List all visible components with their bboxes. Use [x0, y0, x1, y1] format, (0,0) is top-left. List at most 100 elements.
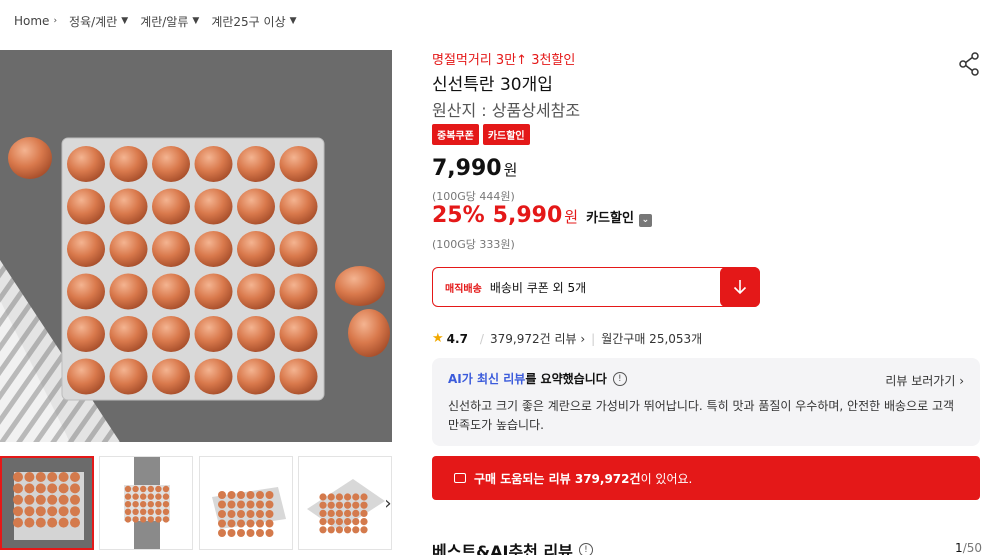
- egg: [344, 518, 352, 526]
- main-product-image[interactable]: 1/6: [0, 50, 392, 442]
- egg: [147, 508, 154, 515]
- egg: [35, 517, 46, 528]
- thumbnail-strip: ‹ ›: [0, 456, 400, 555]
- egg: [67, 146, 105, 182]
- egg: [279, 358, 318, 395]
- breadcrumb-home[interactable]: Home ›: [14, 14, 57, 28]
- breadcrumb-egg[interactable]: 계란/알류 ▼: [140, 13, 199, 30]
- monthly-purchases: 월간구매 25,053개: [601, 332, 703, 346]
- chevron-down-icon[interactable]: ⌄: [638, 214, 652, 227]
- egg: [237, 146, 275, 182]
- egg: [155, 516, 162, 523]
- info-icon[interactable]: !: [612, 371, 627, 386]
- egg: [67, 188, 105, 225]
- egg: [352, 518, 360, 526]
- helpful-reviews-button[interactable]: 구매 도움되는 리뷰 379,972건 이 있어요.: [432, 456, 980, 500]
- egg: [256, 510, 264, 518]
- egg: [237, 273, 275, 310]
- product-origin: 원산지 : 상품상세참조: [432, 101, 581, 120]
- egg: [194, 146, 233, 182]
- chevron-right-icon: ›: [53, 16, 58, 26]
- breadcrumb-egg-25[interactable]: 계란25구 이상 ▼: [211, 13, 296, 30]
- best-reviews-pager: 1/50: [955, 541, 982, 555]
- egg: [327, 493, 335, 501]
- egg: [124, 493, 132, 500]
- pager-total: /50: [962, 541, 982, 555]
- egg: [70, 517, 80, 528]
- egg: [140, 516, 147, 523]
- breadcrumb-label: 계란/알류: [140, 14, 189, 29]
- egg: [147, 516, 154, 523]
- egg: [360, 518, 368, 526]
- shipping-coupon-box[interactable]: 매직배송 배송비 쿠폰 외 5개: [432, 267, 760, 307]
- chevron-right-icon[interactable]: ›: [380, 491, 396, 515]
- thumbnail-2[interactable]: [99, 456, 193, 550]
- egg: [132, 485, 139, 493]
- egg: [237, 500, 245, 509]
- shipping-label: 매직배송: [445, 283, 482, 295]
- egg: [67, 316, 105, 352]
- price-value: 7,990: [432, 156, 502, 181]
- pager-current: 1: [955, 541, 963, 555]
- egg: [152, 316, 190, 352]
- egg: [227, 491, 236, 499]
- chevron-down-icon: ▼: [289, 16, 297, 26]
- egg: [70, 506, 80, 517]
- egg: [70, 494, 80, 505]
- egg: [194, 188, 233, 225]
- egg: [237, 510, 245, 518]
- egg: [35, 483, 46, 494]
- thumbnail-3[interactable]: [199, 456, 293, 550]
- egg: [24, 483, 35, 494]
- egg: [279, 316, 318, 352]
- thumbnail-4[interactable]: [298, 456, 392, 550]
- thumbnail-1[interactable]: [0, 456, 94, 550]
- egg: [352, 501, 360, 509]
- info-icon[interactable]: !: [578, 543, 593, 555]
- egg: [237, 231, 275, 267]
- egg: [327, 518, 335, 526]
- egg: [132, 493, 139, 500]
- ai-summary-body: 신선하고 크기 좋은 계란으로 가성비가 뛰어납니다. 특히 맛과 품질이 우수…: [448, 399, 955, 432]
- promo-text[interactable]: 명절먹거리 3만↑ 3천할인: [432, 49, 575, 68]
- shipping-expand-button[interactable]: [720, 267, 760, 307]
- product-info: 명절먹거리 3만↑ 3천할인 신선특란 30개입 원산지 : 상품상세참조 중복…: [432, 0, 982, 555]
- egg: [194, 358, 233, 395]
- egg: [327, 501, 335, 509]
- best-reviews-label: 베스트&AI추천 리뷰: [432, 542, 573, 555]
- egg: [47, 494, 58, 505]
- sale-price: 25% 5,990 원 카드할인 ⌄: [432, 203, 652, 228]
- egg: [13, 506, 23, 517]
- egg: [140, 508, 147, 515]
- egg: [162, 493, 170, 500]
- egg: [152, 188, 190, 225]
- star-icon: ★: [432, 331, 444, 346]
- egg: [58, 472, 69, 482]
- egg: [132, 516, 139, 523]
- arrow-down-icon: [733, 280, 747, 295]
- egg: [13, 517, 23, 528]
- egg: [265, 529, 274, 537]
- helpful-reviews-bold: 구매 도움되는 리뷰 379,972건: [474, 471, 641, 486]
- egg: [265, 500, 274, 509]
- review-count-link[interactable]: 379,972건 리뷰 ›: [490, 330, 585, 347]
- egg: [335, 501, 343, 509]
- view-reviews-link[interactable]: 리뷰 보러가기 ›: [885, 372, 964, 389]
- egg: [162, 501, 170, 508]
- egg: [70, 483, 80, 494]
- egg: [24, 506, 35, 517]
- egg: [24, 472, 35, 482]
- discount-percent: 25%: [432, 203, 485, 228]
- chevron-down-icon: ▼: [192, 16, 200, 26]
- egg: [352, 493, 360, 501]
- egg: [24, 517, 35, 528]
- coupon-badge: 중복쿠폰: [432, 124, 479, 145]
- breadcrumb-meat-egg[interactable]: 정육/계란 ▼: [69, 13, 128, 30]
- egg: [218, 491, 226, 499]
- helpful-reviews-rest: 이 있어요.: [640, 471, 693, 486]
- egg: [265, 519, 274, 528]
- ai-summary-highlight: AI가 최신 리뷰: [448, 372, 526, 386]
- share-icon[interactable]: [958, 52, 980, 76]
- egg: [335, 509, 343, 517]
- original-price: 7,990 원: [432, 156, 517, 181]
